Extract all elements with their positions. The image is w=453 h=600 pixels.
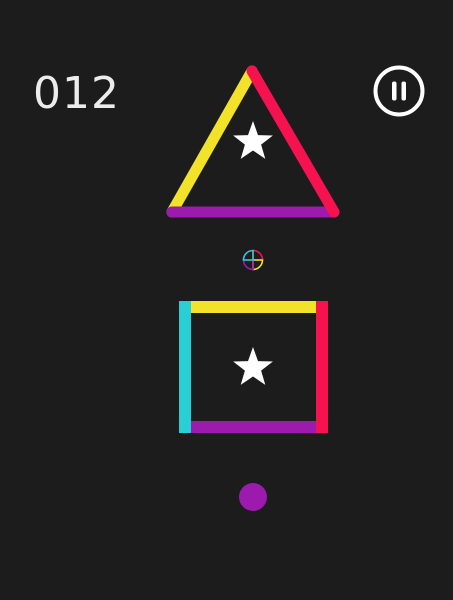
square-bottom-side xyxy=(179,421,328,433)
triangle-left-side xyxy=(166,65,258,218)
square-right-side xyxy=(316,301,328,433)
star-icon xyxy=(233,121,273,159)
star-icon xyxy=(233,347,273,385)
game-screen[interactable]: 012 xyxy=(0,0,453,600)
square-left-side xyxy=(179,301,191,433)
square-top-side xyxy=(179,301,328,313)
game-field xyxy=(166,65,340,511)
player-ball xyxy=(239,483,267,511)
color-switcher-icon[interactable] xyxy=(242,249,264,271)
